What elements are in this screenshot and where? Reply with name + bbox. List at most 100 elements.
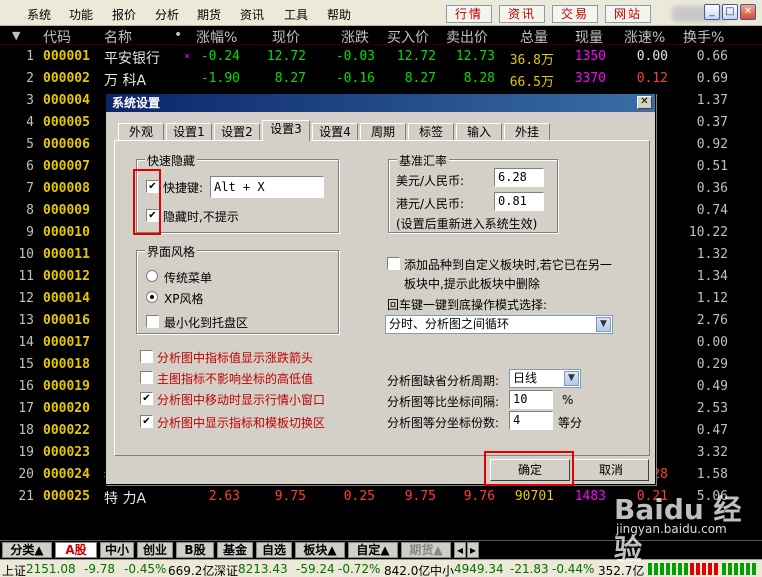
tab-input[interactable]: 输入 [456,123,502,141]
menu-quotes[interactable]: 报价 [112,6,136,23]
col-code[interactable]: 代码 [43,27,71,47]
tab-labels[interactable]: 标签 [408,123,454,141]
ask-price: 8.28 [463,71,495,86]
restore-icon[interactable]: □ [722,4,738,20]
col-sell[interactable]: 卖出价 [446,27,488,47]
tab-chinext[interactable]: 创业 [137,542,173,558]
xp-style-radio[interactable] [146,291,158,303]
menu-system[interactable]: 系统 [27,6,51,23]
table-row[interactable]: 2 000002 万 科A -1.90 8.27 -0.16 8.27 8.28 66.5万 33… [0,68,762,90]
system-settings-dialog: 系统设置 ✕ 外观 设置1 设置2 设置3 设置4 周期 标签 输入 外挂 快速… [105,93,656,486]
col-cur[interactable]: 现量 [575,27,603,47]
col-price[interactable]: 现价 [272,27,300,47]
exchange-rate-title: 基准汇率 [397,152,450,169]
total-volume: 36.8万 [509,53,554,68]
custom-block-prompt-checkbox[interactable] [387,257,400,270]
sz-pct: -0.72% [338,562,381,576]
dialog-title[interactable]: 系统设置 [106,94,655,112]
turnover: 1.32 [696,247,728,262]
tab-watchlist[interactable]: 自选 [256,542,292,558]
minimize-tray-checkbox[interactable] [146,315,159,328]
tab-sectors[interactable]: 板块▲ [295,542,345,558]
mini-window-checkbox[interactable]: ✔ [140,392,153,405]
trade-button[interactable]: 交易 [552,5,598,23]
cancel-button[interactable]: 取消 [573,459,649,481]
tab-category[interactable]: 分类▲ [2,542,52,558]
hotkey-input[interactable]: Alt + X [210,176,324,198]
enter-mode-select[interactable]: 分时、分析图之间循环 ▼ [385,315,613,334]
stock-code: 000019 [43,379,90,394]
tab-settings4[interactable]: 设置4 [312,123,358,141]
menu-function[interactable]: 功能 [69,6,93,23]
stock-terminal-window: 系统 功能 报价 分析 期货 资讯 工具 帮助 行情 资讯 交易 网站 _ □ … [0,0,762,577]
parts-label: 分析图等分坐标份数: [387,416,500,430]
sort-arrow-icon[interactable]: ▼ [12,29,20,42]
usd-rate-input[interactable]: 6.28 [494,168,544,187]
stock-code: 000025 [43,489,90,504]
menu-help[interactable]: 帮助 [327,6,351,23]
col-buy[interactable]: 买入价 [387,27,429,47]
tab-period[interactable]: 周期 [360,123,406,141]
news-button[interactable]: 资讯 [499,5,545,23]
menu-futures[interactable]: 期货 [197,6,221,23]
table-row[interactable]: 1 000001 平安银行 -0.24 12.72 -0.03 12.72 12.73 36.8… [0,46,762,68]
change-speed: 0.00 [636,49,668,64]
tab-b-shares[interactable]: B股 [176,542,214,558]
stock-code: 000024 [43,467,90,482]
quick-hide-title: 快速隐藏 [145,152,198,169]
tab-sme[interactable]: 中小 [100,542,134,558]
classic-menu-label: 传统菜单 [164,271,213,285]
price-change: -0.03 [335,49,375,64]
tab-funds[interactable]: 基金 [217,542,253,558]
col-pct[interactable]: 涨幅% [196,27,237,47]
tab-scroll-right-icon[interactable]: ▸ [467,542,479,558]
quotes-button[interactable]: 行情 [446,5,492,23]
dialog-close-icon[interactable]: ✕ [637,96,652,109]
hkd-rate-input[interactable]: 0.81 [494,192,544,211]
row-index: 9 [26,225,34,240]
tab-scroll-left-icon[interactable]: ◂ [454,542,466,558]
stock-code: 000014 [43,291,90,306]
tab-appearance[interactable]: 外观 [118,123,164,141]
custom-block-prompt-line2: 板块中,提示此板块中删除 [404,277,540,291]
menu-tools[interactable]: 工具 [284,6,308,23]
tab-futures[interactable]: 期货▲ [401,542,451,558]
tab-settings3[interactable]: 设置3 [262,120,310,142]
ratio-input[interactable]: 10 [509,390,553,409]
col-turn[interactable]: 换手% [683,27,724,47]
tab-settings1[interactable]: 设置1 [166,123,212,141]
col-vol[interactable]: 总量 [520,27,548,47]
chevron-down-icon[interactable]: ▼ [596,317,611,332]
tab-custom[interactable]: 自定▲ [348,542,398,558]
main-indicator-checkbox[interactable] [140,371,153,384]
sh-label: 上证 [2,564,27,577]
classic-menu-radio[interactable] [146,270,158,282]
stock-name: 特 力A [104,491,147,507]
menu-analysis[interactable]: 分析 [155,6,179,23]
col-chg[interactable]: 涨跌 [341,27,369,47]
chevron-down-icon[interactable]: ▼ [564,371,579,386]
xp-style-label: XP风格 [164,292,204,306]
period-select[interactable]: 日线 ▼ [509,369,581,388]
indicator-arrow-checkbox[interactable] [140,350,153,363]
template-switch-checkbox[interactable]: ✔ [140,415,153,428]
zx-label: 中小 [430,564,455,577]
col-name[interactable]: 名称 [104,27,132,47]
menu-info[interactable]: 资讯 [240,6,264,23]
ui-style-title: 界面风格 [145,243,198,260]
close-icon[interactable]: ✕ [740,4,756,20]
stock-code: 000006 [43,137,90,152]
total-volume: 90701 [514,489,554,504]
tab-plugins[interactable]: 外挂 [504,123,550,141]
tab-settings2[interactable]: 设置2 [214,123,260,141]
sh-value: 2151.08 [26,562,76,576]
website-button[interactable]: 网站 [605,5,651,23]
turnover: 0.37 [696,115,728,130]
watermark-url: jingyan.baidu.com [616,522,727,536]
parts-input[interactable]: 4 [509,411,553,430]
tab-a-shares[interactable]: A股 [55,542,97,558]
row-index: 7 [26,181,34,196]
minimize-icon[interactable]: _ [704,4,720,20]
menu-bar: 系统 功能 报价 分析 期货 资讯 工具 帮助 行情 资讯 交易 网站 _ □ … [0,0,762,26]
col-speed[interactable]: 涨速% [624,27,665,47]
